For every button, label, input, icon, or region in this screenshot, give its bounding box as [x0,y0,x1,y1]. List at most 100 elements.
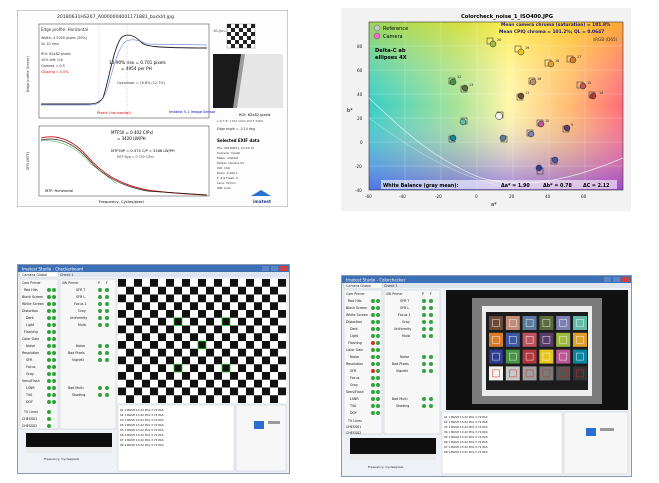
colorchecker-image [446,290,628,410]
checker-tile [238,348,246,357]
checker-tile [166,387,174,396]
checker-tile [174,333,182,341]
checker-tile [174,379,182,388]
pf-p: P [422,292,424,296]
sw-item-2: Focus 1 [74,302,87,306]
log-line-6: 07 1 BGSH 13.22 POL 3.72 PAS [444,445,488,449]
window-title: Imatest Studio - Colorchecker [346,278,406,283]
checker-tile [118,279,126,287]
checker-tile [254,333,262,341]
log-line-6: 07 1 BGSH 13.22 POL 3.72 PAS [120,438,164,442]
window-controls[interactable] [604,277,630,282]
sw-item-8: Vignett [72,358,85,362]
checker-tile [166,294,174,303]
checker-tile [190,317,198,326]
checker-tile [142,395,150,403]
sw-item-8: Vignett [396,369,409,373]
left-item-9: Resolution [346,362,363,366]
checker-tile [238,286,246,295]
exif-line-7: Lens: 50mm [217,181,236,185]
checker-tile [126,395,134,403]
bottom-item-2: CHESS02 [22,424,37,428]
patch-label-0: 19 [525,46,529,50]
color-patch [489,349,503,364]
color-app-window: Imatest Studio - Colorchecker Camera Glo… [341,275,632,477]
checker-tile [238,395,246,403]
checker-tile [262,279,270,287]
sw-item-1: SFR L [400,306,409,310]
edge-info-2: ROI: 62x82 pixels [41,52,71,56]
checker-tile [198,387,206,396]
color-patch [556,332,571,347]
colorcheck-plot: Colorcheck_noise_1_ISO400.JPG Reference … [341,8,631,211]
checker-tile [278,279,286,287]
checker-tile [126,348,134,357]
log-line-7: 08 1 BGSH 13.22 POL 3.72 PAS [120,443,164,447]
checkerboard-image [118,279,286,403]
checker-tile [174,317,182,326]
edge-profile-title: Edge profile: Horizontal [41,27,88,32]
window-controls[interactable] [262,266,288,271]
checker-tile [206,379,214,388]
sw-item-2: Focus 1 [398,313,411,317]
checker-tile [134,387,142,396]
exif-line-2: Make: Imatest [217,156,239,160]
checker-tile [142,286,150,295]
colorspace: sRGB (D65) [593,37,618,42]
log-line-1: 02 1 BGSH 13.22 POL 3.72 PAS [444,420,488,424]
checker-tile [166,341,174,349]
checker-tile [158,348,166,357]
checker-tile [246,279,254,287]
sw-item-9: Bad Multi [392,397,408,401]
mtf-values: MTF Nyq = 0.750 C/Pxl [117,155,154,159]
checker-tile [222,286,230,295]
checker-tile [142,333,150,341]
left-item-15: TVA [349,404,357,408]
roi-size: ROI: 62x82 pixels [239,113,271,117]
color-patch [539,332,554,347]
checker-tile [206,286,214,295]
ellipses-label: ellipses 4X [375,55,407,61]
bottom-item-1: CHESS01 [22,417,37,421]
checker-tile [182,279,190,287]
checker-tile [246,387,254,396]
exif-line-1: Camera: model [217,151,240,155]
xtick-1: -40 [399,194,406,199]
checker-tile [206,364,214,372]
log-line-3: 04 1 BGSH 13.22 POL 3.72 PAS [120,423,164,427]
checker-tile [270,379,278,388]
checker-tile [142,379,150,388]
tab-check-1: Check 1 [384,284,398,288]
left-item-14: LSNR [26,386,35,390]
sw-item-6: Noise [400,355,409,359]
color-patch [556,316,571,330]
checker-tile [278,294,286,303]
checker-tile [230,325,238,334]
ytick-4: 0 [360,140,363,145]
legend-camera-marker [373,32,381,40]
log-line-4: 05 1 BGSH 13.22 POL 3.72 PAS [444,435,488,439]
file-title: 20180631HS207_A0000004001171881_backlit.… [57,14,174,20]
checker-tile [254,364,262,372]
left-item-12: Gray [26,372,34,376]
checker-tile [126,317,134,326]
left-item-3: Distortion [346,320,362,324]
sw-item-0: SFR T [76,288,86,292]
pf-p: P [98,281,100,285]
checker-tile [182,356,190,365]
delta-c: ΔC = 2.12 [583,183,609,189]
checker-tile [190,302,198,310]
y-axis-label: b* [347,108,353,114]
color-patch [573,349,587,364]
left-item-2: White Screen [346,313,368,317]
color-app: Imatest Studio - Colorchecker Camera Glo… [342,276,631,475]
patch-label-1: 20 [497,38,501,42]
left-item-3: Distortion [22,309,38,313]
sw-item-7: Bad Pixels [68,351,85,355]
color-patch [573,316,587,330]
xtick-4: 20 [509,194,515,199]
checker-tile [182,387,190,396]
left-item-1: Black Screen [346,306,367,310]
checker-tile [158,364,166,372]
color-patch [556,366,571,381]
